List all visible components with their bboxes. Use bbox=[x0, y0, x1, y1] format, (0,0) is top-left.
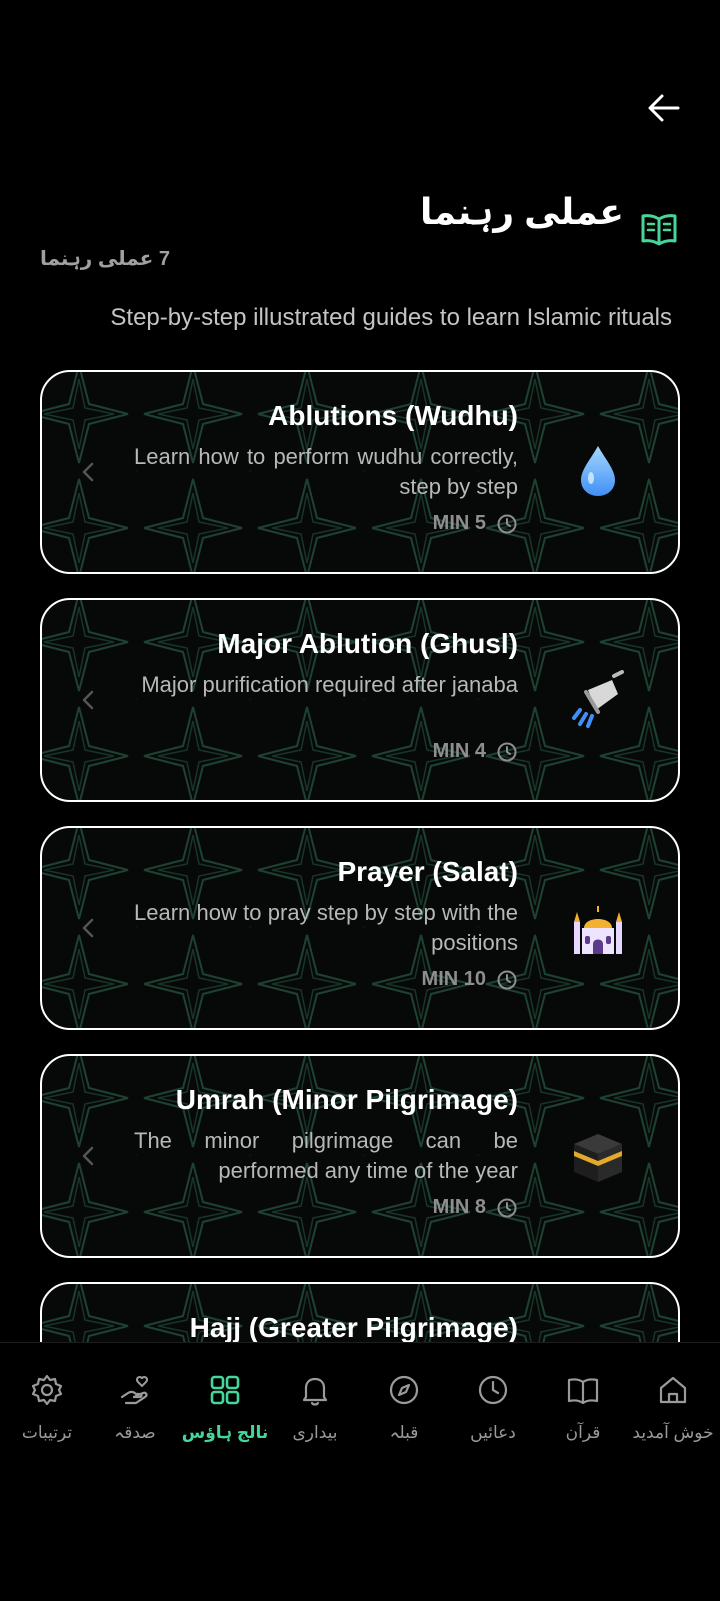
arrow-left-icon bbox=[648, 94, 680, 122]
guide-card-salat[interactable]: Prayer (Salat) Learn how to pray step by… bbox=[40, 826, 680, 1030]
bottom-navigation: ترتیبات صدقہ نالج ہاؤس بیداری قبلہ دعائی… bbox=[0, 1342, 720, 1601]
guide-duration: MIN 4 bbox=[433, 740, 518, 763]
clock-icon bbox=[478, 1375, 508, 1405]
clock-icon bbox=[497, 970, 517, 989]
nav-label: قرآن bbox=[565, 1423, 601, 1442]
chevron-left-icon bbox=[82, 918, 94, 938]
nav-item-awakening[interactable]: بیداری bbox=[271, 1373, 359, 1443]
clock-icon bbox=[497, 514, 517, 533]
nav-item-settings[interactable]: ترتیبات bbox=[3, 1373, 91, 1443]
guide-title: Prayer (Salat) bbox=[337, 856, 518, 887]
grid-icon bbox=[210, 1375, 240, 1405]
open-book-icon bbox=[641, 214, 677, 246]
guide-description: Learn how to perform wudhu correctly, st… bbox=[134, 444, 518, 499]
guide-description: Learn how to pray step by step with the … bbox=[134, 900, 518, 955]
nav-label: قبلہ bbox=[389, 1423, 419, 1442]
nav-label: دعائیں bbox=[470, 1423, 516, 1442]
nav-label: نالج ہاؤس bbox=[181, 1423, 269, 1442]
kaaba-icon bbox=[574, 1134, 622, 1182]
duration-text: MIN 8 bbox=[432, 1196, 486, 1218]
nav-label: خوش آمدید bbox=[632, 1423, 714, 1442]
clock-icon bbox=[497, 742, 517, 761]
page-subtitle: Step-by-step illustrated guides to learn… bbox=[110, 304, 672, 331]
guide-title: Umrah (Minor Pilgrimage) bbox=[175, 1084, 518, 1115]
guide-description: The minor pilgrimage can be performed an… bbox=[134, 1128, 518, 1183]
compass-icon bbox=[389, 1375, 419, 1405]
guide-count: 7 عملی رہنما bbox=[40, 248, 171, 270]
duration-text: MIN 5 bbox=[432, 512, 486, 534]
guide-duration: MIN 10 bbox=[422, 968, 518, 991]
guide-card-ghusl[interactable]: Major Ablution (Ghusl) Major purificatio… bbox=[40, 598, 680, 802]
nav-item-charity[interactable]: صدقہ bbox=[91, 1373, 179, 1443]
header-book-icon bbox=[639, 209, 679, 249]
guide-title: Major Ablution (Ghusl) bbox=[217, 628, 518, 659]
nav-item-knowledge-house[interactable]: نالج ہاؤس bbox=[181, 1373, 269, 1443]
page-title: عملی رہنما bbox=[419, 191, 624, 232]
duration-text: MIN 10 bbox=[421, 968, 486, 990]
home-icon bbox=[659, 1376, 687, 1404]
clock-icon bbox=[497, 1198, 517, 1217]
duration-text: MIN 4 bbox=[432, 740, 486, 762]
guide-title: Hajj (Greater Pilgrimage) bbox=[189, 1312, 518, 1342]
nav-item-quran[interactable]: قرآن bbox=[539, 1373, 627, 1443]
nav-label: بیداری bbox=[292, 1423, 338, 1442]
nav-item-home[interactable]: خوش آمدید bbox=[629, 1373, 717, 1443]
chevron-left-icon bbox=[82, 690, 94, 710]
guide-card-wudhu[interactable]: Ablutions (Wudhu) Learn how to perform w… bbox=[40, 370, 680, 574]
nav-item-qibla[interactable]: قبلہ bbox=[360, 1373, 448, 1443]
guide-title: Ablutions (Wudhu) bbox=[268, 400, 518, 431]
guide-duration: MIN 5 bbox=[433, 512, 518, 535]
water-drop-icon bbox=[581, 446, 615, 496]
shower-icon bbox=[572, 670, 624, 728]
gear-icon bbox=[31, 1374, 63, 1406]
guide-description: Major purification required after janaba bbox=[141, 672, 518, 697]
charity-hand-icon bbox=[120, 1375, 149, 1405]
mosque-icon bbox=[574, 906, 622, 954]
guide-list: Ablutions (Wudhu) Learn how to perform w… bbox=[40, 370, 680, 1342]
chevron-left-icon bbox=[82, 462, 94, 482]
bell-icon bbox=[302, 1377, 328, 1406]
guide-card-umrah[interactable]: Umrah (Minor Pilgrimage) The minor pilgr… bbox=[40, 1054, 680, 1258]
guide-card-hajj[interactable]: Hajj (Greater Pilgrimage) bbox=[40, 1282, 680, 1342]
chevron-left-icon bbox=[82, 1146, 94, 1166]
nav-item-duas[interactable]: دعائیں bbox=[449, 1373, 537, 1443]
guide-duration: MIN 8 bbox=[433, 1196, 518, 1219]
book-icon bbox=[567, 1378, 599, 1405]
back-button[interactable] bbox=[648, 94, 680, 122]
nav-label: صدقہ bbox=[114, 1423, 156, 1442]
nav-label: ترتیبات bbox=[21, 1423, 73, 1442]
